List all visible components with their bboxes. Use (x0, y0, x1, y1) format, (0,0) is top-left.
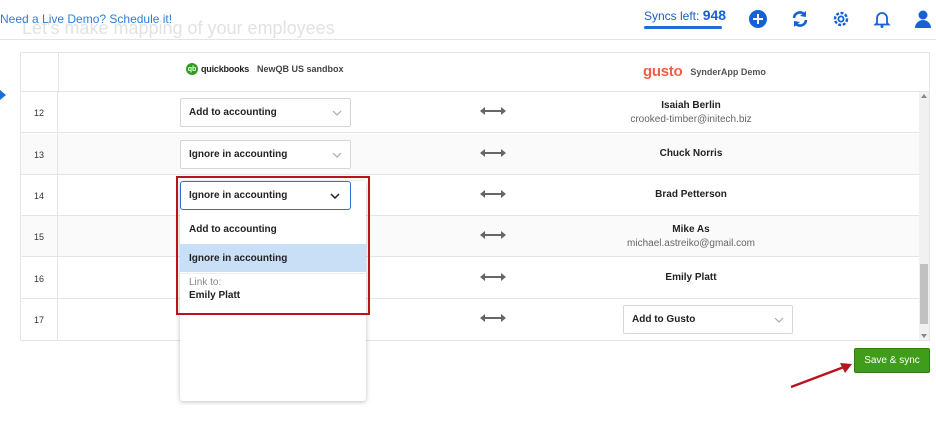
accounting-select-value: Add to accounting (189, 107, 277, 118)
double-arrow-icon (480, 314, 506, 322)
employee-name: Emily Platt (665, 272, 717, 283)
row-number: 15 (21, 216, 58, 257)
double-arrow-icon (480, 231, 506, 239)
employee-info: Isaiah Berlin crooked-timber@initech.biz (541, 100, 841, 125)
accounting-select[interactable]: Add to accounting (180, 98, 351, 127)
table-row: 16 Emily Platt (21, 258, 919, 299)
scroll-down-icon[interactable] (921, 334, 927, 338)
table-header: qb quickbooks NewQB US sandbox gusto Syn… (21, 52, 929, 93)
table-row: 15 Mike As michael.astreiko@gmail.com (21, 216, 919, 257)
table-row: 12 Add to accounting Isaiah Berlin crook… (21, 92, 919, 133)
syncs-left: Syncs left: 948 (644, 7, 726, 23)
employee-mapping-table: qb quickbooks NewQB US sandbox gusto Syn… (20, 52, 930, 341)
table-row: 13 Ignore in accounting Chuck Norris (21, 134, 919, 175)
accounting-select[interactable]: Ignore in accounting (180, 140, 351, 169)
live-demo-link[interactable]: Need a Live Demo? Schedule it! (0, 12, 172, 26)
scroll-up-icon[interactable] (921, 94, 927, 98)
employee-name: Brad Petterson (655, 189, 727, 200)
gusto-select-value: Add to Gusto (632, 314, 696, 325)
syncs-left-label: Syncs left: (644, 9, 700, 23)
bell-icon[interactable] (871, 8, 893, 30)
syncs-left-count: 948 (702, 7, 727, 23)
double-arrow-icon (480, 107, 506, 115)
table-scrollbar[interactable] (919, 92, 929, 340)
employee-name: Isaiah Berlin (661, 100, 721, 111)
gusto-logo: gusto (643, 63, 683, 80)
gusto-company-name: SynderApp Demo (690, 66, 766, 77)
employee-info: Brad Petterson (541, 189, 841, 200)
gusto-header: gusto SynderApp Demo (643, 63, 766, 80)
quickbooks-company-name: NewQB US sandbox (257, 64, 344, 74)
expand-marker-icon[interactable] (0, 90, 6, 100)
plus-circle-icon[interactable] (747, 8, 769, 30)
chevron-down-icon (332, 152, 342, 158)
employee-email: crooked-timber@initech.biz (630, 114, 752, 125)
employee-info: Mike As michael.astreiko@gmail.com (541, 224, 841, 249)
employee-email: michael.astreiko@gmail.com (627, 238, 755, 249)
employee-info: Chuck Norris (541, 148, 841, 159)
table-row: 17 Add to Gusto (21, 299, 919, 340)
top-bar: Let's make mapping of your employees Nee… (0, 0, 936, 40)
refresh-icon[interactable] (789, 8, 811, 30)
row-number: 14 (21, 175, 58, 216)
chevron-down-icon (332, 110, 342, 116)
scroll-thumb[interactable] (920, 264, 928, 324)
employee-name: Mike As (672, 224, 710, 235)
accounting-select-value: Ignore in accounting (189, 149, 288, 160)
save-sync-button[interactable]: Save & sync (854, 348, 930, 373)
quickbooks-wordmark: quickbooks (201, 64, 250, 74)
table-row: 14 Brad Petterson (21, 175, 919, 216)
row-number: 12 (21, 92, 58, 133)
row-number: 13 (21, 134, 58, 175)
double-arrow-icon (480, 149, 506, 157)
user-icon[interactable] (912, 8, 934, 30)
annotation-arrow-icon (790, 363, 852, 389)
double-arrow-icon (480, 190, 506, 198)
employee-info: Emily Platt (541, 272, 841, 283)
header-divider (58, 53, 59, 93)
employee-name: Chuck Norris (659, 148, 723, 159)
row-number: 16 (21, 258, 58, 299)
annotation-highlight-box (176, 176, 370, 315)
quickbooks-header: qb quickbooks NewQB US sandbox (186, 63, 344, 75)
syncs-progress-bar (644, 26, 722, 29)
gusto-select[interactable]: Add to Gusto (623, 305, 793, 334)
double-arrow-icon (480, 273, 506, 281)
gear-icon[interactable] (830, 8, 852, 30)
quickbooks-logo: qb quickbooks (186, 63, 249, 75)
chevron-down-icon (774, 317, 784, 323)
quickbooks-badge: qb (186, 63, 198, 75)
row-number: 17 (21, 299, 58, 340)
